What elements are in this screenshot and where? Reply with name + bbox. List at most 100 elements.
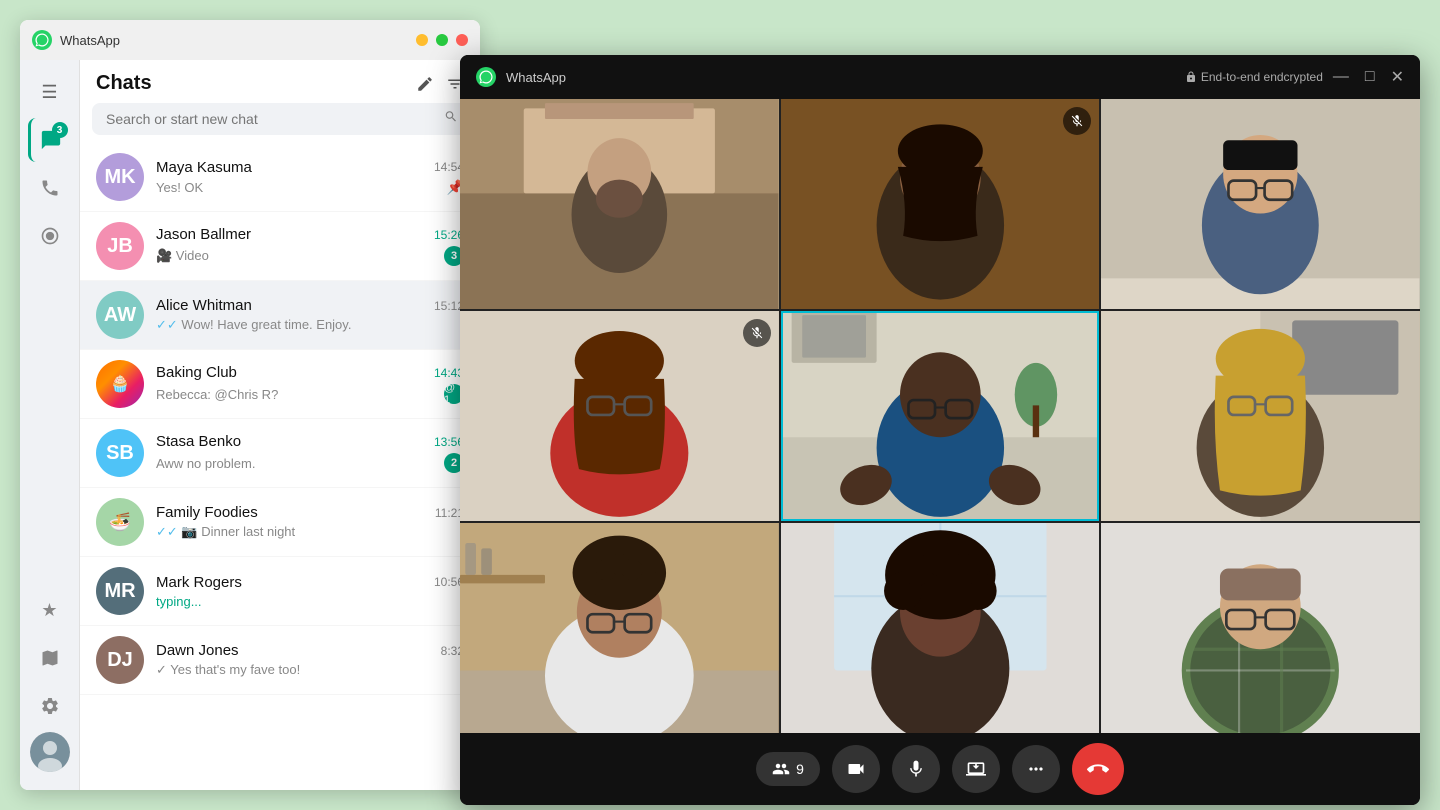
chat-avatar-mark: MR — [96, 567, 144, 615]
video-cell-6 — [1101, 311, 1420, 521]
participants-icon — [772, 760, 790, 778]
screen-share-icon — [966, 759, 986, 779]
sidebar-item-chats[interactable]: 3 — [28, 118, 72, 162]
sidebar-item-settings[interactable] — [28, 684, 72, 728]
end-call-icon — [1087, 758, 1109, 780]
video-cell-5 — [781, 311, 1100, 521]
archived-icon — [40, 648, 60, 668]
video-toggle-button[interactable] — [832, 745, 880, 793]
chat-item-alice-whitman[interactable]: AW Alice Whitman 15:12 ✓✓ Wow! Have grea… — [80, 281, 480, 350]
main-window: WhatsApp ☰ 3 — [20, 20, 480, 790]
compose-icon[interactable] — [416, 75, 434, 93]
video-participant-3 — [1101, 99, 1420, 309]
app-layout: ☰ 3 ★ — [20, 60, 480, 790]
settings-icon — [40, 696, 60, 716]
chat-avatar-jason: JB — [96, 222, 144, 270]
lock-icon — [1185, 71, 1197, 83]
minimize-button[interactable] — [416, 34, 428, 46]
whatsapp-logo — [32, 30, 52, 50]
video-participant-1 — [460, 99, 779, 309]
mic-button[interactable] — [892, 745, 940, 793]
video-maximize-button[interactable]: □ — [1365, 68, 1375, 86]
video-grid — [460, 99, 1420, 733]
encryption-badge: End-to-end endcrypted — [1185, 70, 1323, 84]
sidebar-item-starred[interactable]: ★ — [28, 588, 72, 632]
chat-preview-family: ✓✓ 📷 Dinner last night — [156, 524, 464, 540]
chat-notification-badge: 3 — [52, 122, 68, 138]
chat-preview-stasa: Aww no problem. — [156, 456, 440, 471]
status-icon — [40, 226, 60, 246]
chat-name-dawn: Dawn Jones — [156, 642, 239, 659]
video-cell-9 — [1101, 523, 1420, 733]
search-input[interactable] — [92, 103, 468, 135]
chat-preview-maya: Yes! OK — [156, 180, 443, 195]
video-participant-4 — [460, 311, 779, 521]
close-button[interactable] — [456, 34, 468, 46]
participants-button[interactable]: 9 — [756, 752, 820, 786]
chat-name-family: Family Foodies — [156, 504, 258, 521]
share-screen-button[interactable] — [952, 745, 1000, 793]
chat-item-family-foodies[interactable]: 🍜 Family Foodies 11:21 ✓✓ 📷 Dinner last … — [80, 488, 480, 557]
chat-header-icons — [416, 75, 464, 93]
video-participant-6 — [1101, 311, 1420, 521]
chat-info-family: Family Foodies 11:21 ✓✓ 📷 Dinner last ni… — [156, 504, 464, 540]
title-bar: WhatsApp — [20, 20, 480, 60]
more-icon — [1026, 759, 1046, 779]
video-participant-9 — [1101, 523, 1420, 733]
video-close-button[interactable]: ✕ — [1391, 67, 1404, 87]
chat-info-baking: Baking Club 14:43 Rebecca: @Chris R? @ 1 — [156, 364, 464, 404]
chat-name-maya: Maya Kasuma — [156, 159, 252, 176]
search-icon — [444, 110, 458, 129]
chat-item-stasa-benko[interactable]: SB Stasa Benko 13:56 Aww no problem. 2 — [80, 419, 480, 488]
chat-avatar-family: 🍜 — [96, 498, 144, 546]
sidebar: ☰ 3 ★ — [20, 60, 80, 790]
video-minimize-button[interactable]: — — [1333, 68, 1349, 86]
chat-name-stasa: Stasa Benko — [156, 433, 241, 450]
encryption-label: End-to-end endcrypted — [1201, 70, 1323, 84]
chat-preview-dawn: ✓ Yes that's my fave too! — [156, 662, 464, 678]
chat-avatar-maya: MK — [96, 153, 144, 201]
user-avatar[interactable] — [30, 732, 70, 772]
sidebar-item-status[interactable] — [28, 214, 72, 258]
sidebar-item-archived[interactable] — [28, 636, 72, 680]
chat-name-baking: Baking Club — [156, 364, 237, 381]
maximize-button[interactable] — [436, 34, 448, 46]
chat-name-jason: Jason Ballmer — [156, 226, 251, 243]
chat-item-baking-club[interactable]: 🧁 Baking Club 14:43 Rebecca: @Chris R? @… — [80, 350, 480, 419]
video-cell-1 — [460, 99, 779, 309]
video-icon — [846, 759, 866, 779]
chat-item-jason-ballmer[interactable]: JB Jason Ballmer 15:26 🎥 Video 3 — [80, 212, 480, 281]
chat-avatar-stasa: SB — [96, 429, 144, 477]
mute-indicator-4 — [743, 319, 771, 347]
sidebar-bottom: ★ — [28, 588, 72, 780]
chat-panel: Chats — [80, 60, 480, 790]
mic-off-icon — [1070, 114, 1084, 128]
chat-info-alice: Alice Whitman 15:12 ✓✓ Wow! Have great t… — [156, 297, 464, 333]
chat-avatar-dawn: DJ — [96, 636, 144, 684]
sidebar-item-menu[interactable]: ☰ — [28, 70, 72, 114]
chat-item-dawn-jones[interactable]: DJ Dawn Jones 8:32 ✓ Yes that's my fave … — [80, 626, 480, 695]
chat-preview-jason: 🎥 Video — [156, 248, 440, 264]
video-cell-7 — [460, 523, 779, 733]
chat-item-maya-kasuma[interactable]: MK Maya Kasuma 14:54 Yes! OK 📌 — [80, 143, 480, 212]
search-bar — [92, 103, 468, 135]
chat-avatar-alice: AW — [96, 291, 144, 339]
video-title-text: WhatsApp — [506, 70, 1175, 85]
end-call-button[interactable] — [1072, 743, 1124, 795]
user-avatar-image — [30, 732, 70, 772]
chat-info-jason: Jason Ballmer 15:26 🎥 Video 3 — [156, 226, 464, 266]
video-participant-7 — [460, 523, 779, 733]
chat-info-maya: Maya Kasuma 14:54 Yes! OK 📌 — [156, 159, 464, 196]
more-options-button[interactable] — [1012, 745, 1060, 793]
video-call-window: WhatsApp End-to-end endcrypted — □ ✕ — [460, 55, 1420, 805]
participants-count: 9 — [796, 761, 804, 777]
video-cell-2 — [781, 99, 1100, 309]
sidebar-item-calls[interactable] — [28, 166, 72, 210]
chat-preview-mark: typing... — [156, 594, 464, 609]
chat-item-mark-rogers[interactable]: MR Mark Rogers 10:56 typing... — [80, 557, 480, 626]
calls-icon — [40, 178, 60, 198]
video-participant-8 — [781, 523, 1100, 733]
chat-name-mark: Mark Rogers — [156, 574, 242, 591]
chat-header: Chats — [80, 60, 480, 103]
chat-info-dawn: Dawn Jones 8:32 ✓ Yes that's my fave too… — [156, 642, 464, 678]
